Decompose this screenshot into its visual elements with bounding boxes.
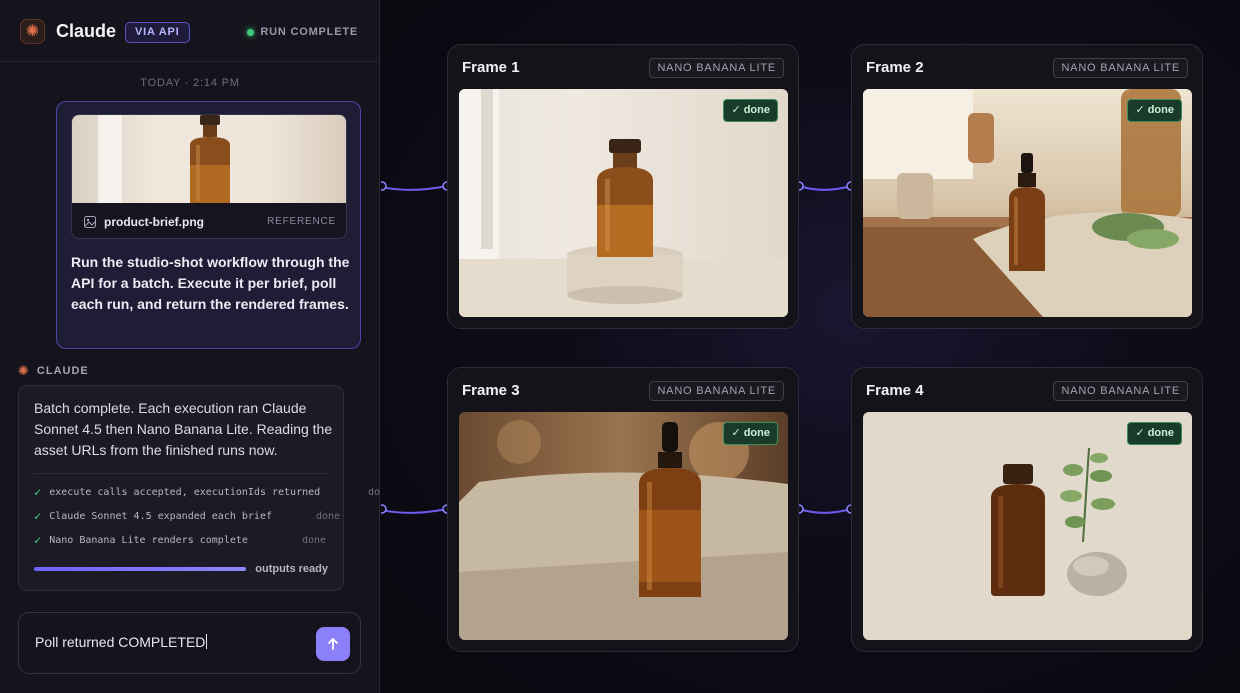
- step-row: ✓ execute calls accepted, executionIds r…: [34, 484, 394, 500]
- frame-title: Frame 4: [866, 382, 924, 399]
- text-caret: [206, 634, 208, 649]
- step-state: done: [316, 510, 341, 522]
- step-label: Nano Banana Lite renders complete: [49, 534, 248, 546]
- chat-header: ✺ Claude VIA API RUN COMPLETE: [0, 0, 380, 62]
- check-icon: ✓: [34, 533, 42, 547]
- thumbnail-bottle-image: [190, 115, 230, 203]
- model-badge: NANO BANANA LITE: [649, 381, 784, 401]
- claude-spark-icon: ✺: [18, 363, 30, 378]
- step-row: ✓ Nano Banana Lite renders complete done: [34, 532, 394, 548]
- step-label: execute calls accepted, executionIds ret…: [49, 486, 321, 498]
- status-badge: ✓ done: [1127, 99, 1182, 122]
- frame-node[interactable]: Frame 2 NANO BANANA LITE ✓ done: [851, 44, 1203, 329]
- app-title: Claude: [56, 21, 117, 41]
- frame-image[interactable]: ✓ done: [459, 89, 788, 317]
- step-label: Claude Sonnet 4.5 expanded each brief: [49, 510, 272, 522]
- frame-node[interactable]: Frame 4 NANO BANANA LITE ✓ done: [851, 367, 1203, 652]
- frame-image[interactable]: ✓ done: [863, 89, 1192, 317]
- frame-image[interactable]: ✓ done: [459, 412, 788, 640]
- attachment-footer: product-brief.png REFERENCE: [72, 203, 346, 238]
- frame-title: Frame 2: [866, 59, 924, 76]
- status-badge: ✓ done: [723, 99, 778, 122]
- progress-bar: [34, 567, 246, 571]
- check-icon: ✓: [34, 485, 42, 499]
- check-icon: ✓: [34, 509, 42, 523]
- user-message: product-brief.png REFERENCE Run the stud…: [56, 101, 361, 349]
- composer-value: Poll returned COMPLETED: [35, 634, 206, 650]
- image-file-icon: [84, 215, 96, 228]
- run-status: RUN COMPLETE: [247, 26, 358, 38]
- user-message-text: Run the studio-shot workflow through the…: [71, 254, 350, 312]
- bottle-with-eucalyptus-flatlay-image: [863, 412, 1192, 640]
- dropper-bottle-on-stone-ledge-image: [459, 412, 788, 640]
- attachment-thumbnail: [72, 115, 346, 203]
- message-composer[interactable]: Poll returned COMPLETED: [18, 612, 361, 674]
- composer-input[interactable]: Poll returned COMPLETED: [35, 634, 208, 650]
- frame-title: Frame 3: [462, 382, 520, 399]
- status-dot-icon: [247, 28, 255, 36]
- claude-logo-icon: ✺: [20, 19, 45, 44]
- assistant-label-text: CLAUDE: [36, 365, 89, 377]
- assistant-label: ✺ CLAUDE: [18, 363, 89, 379]
- run-status-label: RUN COMPLETE: [260, 26, 358, 38]
- amber-bottle-on-pedestal-image: [459, 89, 788, 317]
- dropper-bottle-on-wood-table-image: [863, 89, 1192, 317]
- progress-fill: [34, 567, 246, 571]
- status-badge: ✓ done: [723, 422, 778, 445]
- frame-node[interactable]: Frame 3 NANO BANANA LITE ✓ done: [447, 367, 799, 652]
- workflow-canvas: Frame 1 NANO BANANA LITE ✓ done Frame 2 …: [381, 0, 1240, 693]
- status-badge: ✓ done: [1127, 422, 1182, 445]
- chat-panel: ✺ Claude VIA API RUN COMPLETE TODAY · 2:…: [0, 0, 392, 693]
- assistant-message-text: Batch complete. Each execution ran Claud…: [34, 400, 333, 458]
- divider: [34, 473, 330, 474]
- send-button[interactable]: [316, 627, 350, 661]
- attachment-filename: product-brief.png: [104, 214, 204, 229]
- frame-node[interactable]: Frame 1 NANO BANANA LITE ✓ done: [447, 44, 799, 329]
- frame-title: Frame 1: [462, 59, 520, 76]
- progress-label: outputs ready: [255, 563, 328, 575]
- model-badge: NANO BANANA LITE: [1053, 58, 1188, 78]
- assistant-message: Batch complete. Each execution ran Claud…: [18, 385, 392, 591]
- api-badge: VIA API: [125, 22, 190, 43]
- step-row: ✓ Claude Sonnet 4.5 expanded each brief …: [34, 508, 394, 524]
- frame-image[interactable]: ✓ done: [863, 412, 1192, 640]
- model-badge: NANO BANANA LITE: [649, 58, 784, 78]
- attachment-tag: REFERENCE: [267, 216, 336, 227]
- step-state: done: [302, 534, 327, 546]
- model-badge: NANO BANANA LITE: [1053, 381, 1188, 401]
- message-timestamp: TODAY · 2:14 PM: [140, 77, 240, 89]
- arrow-up-icon: [328, 638, 338, 650]
- attachment-card[interactable]: product-brief.png REFERENCE: [71, 114, 347, 239]
